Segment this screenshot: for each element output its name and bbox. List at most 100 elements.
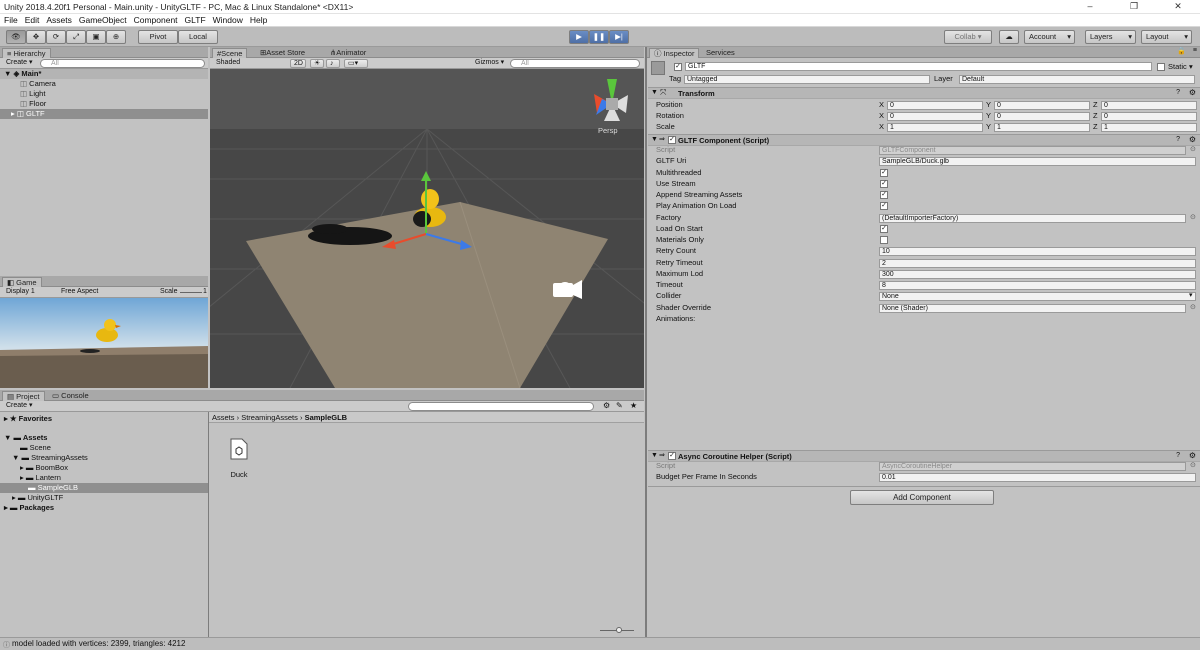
layers-dropdown[interactable]: Layers ▾ <box>1085 30 1136 44</box>
menu-window[interactable]: Window <box>210 14 246 26</box>
hierarchy-item-camera[interactable]: ◫ Camera <box>0 79 56 89</box>
transform-scale-x-input[interactable]: 1 <box>887 123 983 132</box>
tab-hierarchy[interactable]: ≡ Hierarchy <box>2 48 51 58</box>
collab-button[interactable]: Collab ▾ <box>944 30 992 44</box>
scene-row-main[interactable]: ▼ ◈ Main* <box>0 69 208 79</box>
tab-project[interactable]: ▤ Project <box>2 391 45 401</box>
folder-row-streamingassets[interactable]: ▼ ▬ StreamingAssets <box>0 453 88 463</box>
transform-position-z-input[interactable]: 0 <box>1101 101 1197 110</box>
hierarchy-search-input[interactable]: All <box>40 59 205 68</box>
hierarchy-item-light[interactable]: ◫ Light <box>0 89 45 99</box>
foldout-arrow-icon[interactable]: ▼ <box>651 452 658 459</box>
async-helper-enabled-checkbox[interactable]: ✓ <box>668 452 676 460</box>
gltf-uri-input[interactable]: SampleGLB/Duck.glb <box>879 157 1196 167</box>
add-component-button[interactable]: Add Component <box>850 490 994 505</box>
menu-edit[interactable]: Edit <box>22 14 43 26</box>
close-button[interactable]: ✕ <box>1156 0 1200 14</box>
play-button[interactable]: ▶ <box>569 30 589 44</box>
budget-per-frame-in-seconds-input[interactable]: 0.01 <box>879 473 1196 483</box>
project-splitter[interactable] <box>208 412 209 637</box>
layer-dropdown[interactable]: Default <box>959 75 1195 84</box>
layout-dropdown[interactable]: Layout ▾ <box>1141 30 1192 44</box>
retry-timeout-input[interactable]: 2 <box>879 258 1196 268</box>
menu-assets[interactable]: Assets <box>43 14 75 26</box>
transform-scale-y-input[interactable]: 1 <box>994 123 1090 132</box>
static-dropdown-arrow-icon[interactable]: ▾ <box>1189 62 1193 71</box>
folder-row-scene[interactable]: ▬ Scene <box>0 443 51 453</box>
cloud-button[interactable]: ☁ <box>999 30 1019 44</box>
object-picker-icon[interactable]: ⊙ <box>1190 303 1196 313</box>
folder-row-sampleglb[interactable]: ▬ SampleGLB <box>0 483 208 493</box>
play-animation-on-load-checkbox[interactable]: ✓ <box>880 202 888 211</box>
materials-only-checkbox[interactable] <box>880 236 888 244</box>
tab-asset-store[interactable]: ⊞Asset Store <box>256 48 309 58</box>
status-message[interactable]: model loaded with vertices: 2399, triang… <box>12 639 185 648</box>
step-button[interactable]: ▶| <box>609 30 629 44</box>
packages-row[interactable]: ▸ ▬ Packages <box>0 503 54 513</box>
menu-gameobject[interactable]: GameObject <box>76 14 130 26</box>
gizmos-dropdown[interactable]: Gizmos ▾ <box>472 59 508 68</box>
aspect-dropdown[interactable]: Free Aspect <box>58 288 156 297</box>
folder-row-unitygltf[interactable]: ▸ ▬ UnityGLTF <box>0 493 63 503</box>
tab-animator[interactable]: ⋔Animator <box>326 48 370 58</box>
transform-header[interactable]: ▼ ⤧ Transform ? ⚙ <box>648 87 1200 99</box>
retry-count-input[interactable]: 10 <box>879 247 1196 257</box>
persp-label[interactable]: Persp <box>598 126 618 135</box>
transform-rotation-y-input[interactable]: 0 <box>994 112 1090 121</box>
gltf-component-enabled-checkbox[interactable]: ✓ <box>668 136 676 144</box>
pivot-toggle[interactable]: Pivot <box>138 30 178 44</box>
folder-row-boombox[interactable]: ▸ ▬ BoomBox <box>0 463 68 473</box>
transform-scale-z-input[interactable]: 1 <box>1101 123 1197 132</box>
game-viewport[interactable] <box>0 298 208 388</box>
breadcrumb-sampleglb[interactable]: SampleGLB <box>305 413 348 422</box>
panel-menu-icon[interactable]: ≡ <box>1193 47 1197 54</box>
lighting-toggle[interactable]: ☀ <box>310 59 324 68</box>
hand-tool-button[interactable]: 👁 <box>6 30 26 44</box>
gameobject-active-checkbox[interactable]: ✓ <box>674 63 682 71</box>
multithreaded-checkbox[interactable]: ✓ <box>880 168 888 177</box>
dropdown-arrow-icon[interactable]: ▾ <box>1189 291 1193 301</box>
local-toggle[interactable]: Local <box>178 30 218 44</box>
menu-gltf[interactable]: GLTF <box>182 14 209 26</box>
move-tool-button[interactable]: ✥ <box>26 30 46 44</box>
filter-by-type-icon[interactable]: ⚙ <box>603 401 610 410</box>
scene-viewport[interactable] <box>210 69 644 388</box>
object-picker-icon[interactable]: ⊙ <box>1190 213 1196 223</box>
tab-game[interactable]: ◧ Game <box>2 277 42 287</box>
transform-position-y-input[interactable]: 0 <box>994 101 1090 110</box>
transform-rotation-x-input[interactable]: 0 <box>887 112 983 121</box>
favorite-star-icon[interactable]: ★ <box>630 401 637 410</box>
icon-size-slider-thumb[interactable] <box>616 627 622 633</box>
static-checkbox[interactable] <box>1157 63 1165 71</box>
maximize-button[interactable]: ❐ <box>1112 0 1156 14</box>
component-help-icon[interactable]: ? <box>1176 452 1180 459</box>
minimize-button[interactable]: – <box>1068 0 1112 14</box>
timeout-input[interactable]: 8 <box>879 281 1196 290</box>
load-on-start-checkbox[interactable]: ✓ <box>880 224 888 233</box>
scene-search-input[interactable]: All <box>510 59 640 68</box>
gltf-component-header[interactable]: ▼ ⇒ ✓ GLTF Component (Script) ? ⚙ <box>648 134 1200 146</box>
async-helper-header[interactable]: ▼ ⇒ ✓ Async Coroutine Helper (Script) ? … <box>648 450 1200 462</box>
account-dropdown[interactable]: Account ▾ <box>1024 30 1075 44</box>
hierarchy-item-gltf[interactable]: ▸ ◫ GLTF <box>0 109 208 119</box>
hierarchy-item-floor[interactable]: ◫ Floor <box>0 99 46 109</box>
display-dropdown[interactable]: Display 1 <box>3 288 53 297</box>
rotate-tool-button[interactable]: ⟳ <box>46 30 66 44</box>
shading-dropdown[interactable]: Shaded <box>213 59 289 68</box>
collider-dropdown[interactable]: None <box>879 292 1196 302</box>
transform-position-x-input[interactable]: 0 <box>887 101 983 110</box>
transform-tool-button[interactable]: ⊕ <box>106 30 126 44</box>
gameobject-name-input[interactable]: GLTF <box>685 62 1152 71</box>
folder-row-lantern[interactable]: ▸ ▬ Lantern <box>0 473 61 483</box>
project-search-input[interactable] <box>408 402 594 411</box>
filter-by-label-icon[interactable]: ✎ <box>616 401 623 410</box>
tab-console[interactable]: ▭ Console <box>48 391 93 401</box>
rect-tool-button[interactable]: ▣ <box>86 30 106 44</box>
tab-services[interactable]: Services <box>702 48 739 58</box>
foldout-arrow-icon[interactable]: ▼ <box>651 89 658 96</box>
component-settings-icon[interactable]: ⚙ <box>1189 451 1196 460</box>
favorites-row[interactable]: ▸ ★ Favorites <box>0 414 52 424</box>
tab-inspector[interactable]: ⓘ Inspector <box>649 48 700 58</box>
component-settings-icon[interactable]: ⚙ <box>1189 88 1196 97</box>
transform-rotation-z-input[interactable]: 0 <box>1101 112 1197 121</box>
